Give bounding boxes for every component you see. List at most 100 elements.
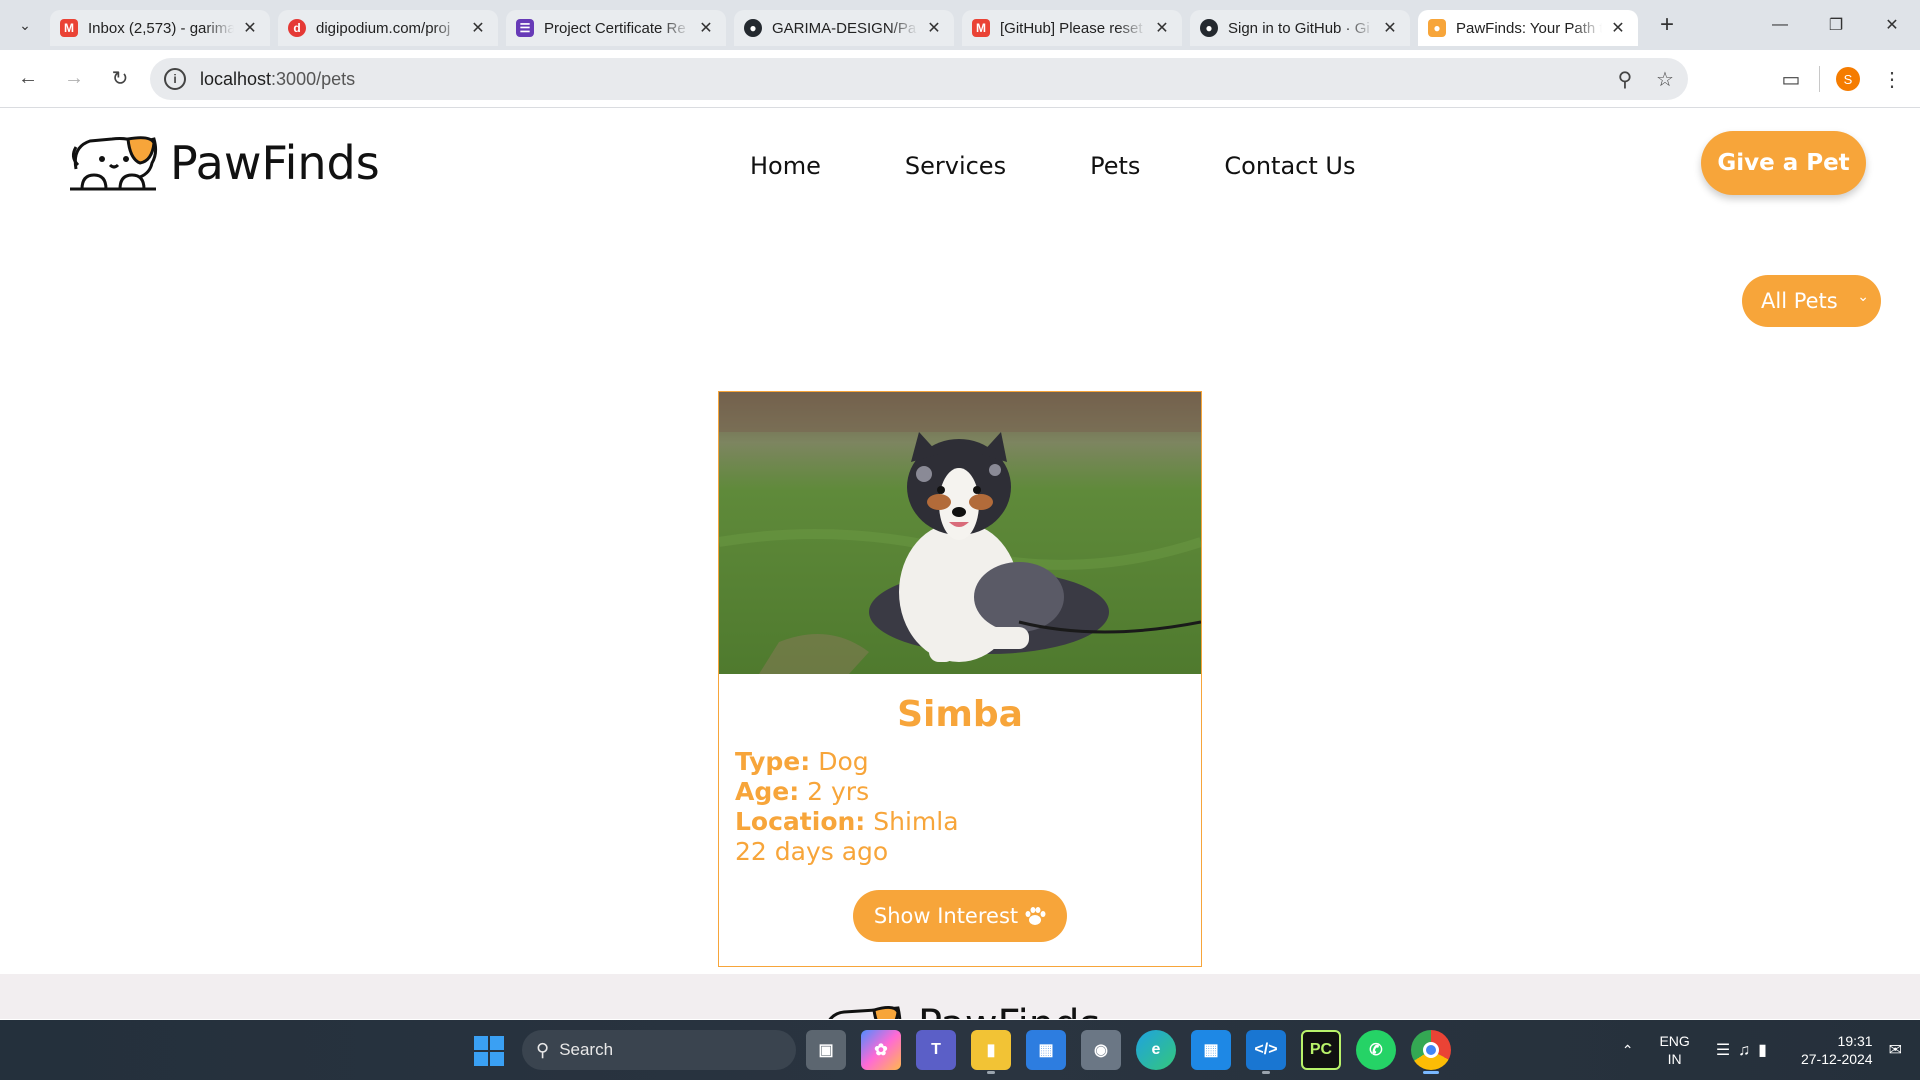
github-icon: ● (744, 19, 762, 37)
pet-details: Type: Dog Age: 2 yrs Location: Shimla 22… (735, 747, 1201, 867)
task-view-icon[interactable]: ▣ (806, 1030, 846, 1070)
nav-pets[interactable]: Pets (1090, 152, 1140, 180)
dog-logo-icon (70, 136, 158, 191)
site-footer: PawFinds (0, 974, 1920, 1019)
toolbar-divider (1819, 66, 1820, 92)
site-logo[interactable]: PawFinds (68, 133, 380, 193)
pawfinds-icon: ● (1428, 19, 1446, 37)
main-nav: Home Services Pets Contact Us (750, 152, 1439, 180)
tab-title: [GitHub] Please reset (1000, 19, 1143, 37)
bookmark-star-icon[interactable]: ☆ (1652, 66, 1678, 92)
notification-bell-icon[interactable]: ✉ (1889, 1040, 1902, 1060)
brand-name: PawFinds (170, 136, 380, 190)
close-tab-icon[interactable]: ✕ (1608, 18, 1628, 38)
chrome-icon[interactable] (1411, 1030, 1451, 1074)
taskbar-search[interactable]: ⚲ Search (522, 1030, 796, 1070)
minimize-icon[interactable]: — (1752, 0, 1808, 50)
nav-home[interactable]: Home (750, 152, 821, 180)
tab-inbox[interactable]: M Inbox (2,573) - garima ✕ (50, 10, 270, 46)
pet-location-row: Location: Shimla (735, 807, 1201, 837)
profile-button[interactable]: S (1826, 57, 1870, 101)
reload-icon[interactable]: ↻ (98, 57, 142, 101)
show-interest-label: Show Interest (873, 904, 1019, 928)
app-icon[interactable]: ▦ (1191, 1030, 1231, 1070)
close-tab-icon[interactable]: ✕ (468, 18, 488, 38)
camera-icon[interactable]: ◉ (1081, 1030, 1121, 1070)
forward-arrow-icon[interactable]: → (52, 57, 96, 101)
tab-title: digipodium.com/proj (316, 19, 451, 37)
vscode-icon[interactable]: </> (1246, 1030, 1286, 1074)
clock[interactable]: 19:31 27-12-2024 (1801, 1032, 1873, 1068)
pycharm-icon[interactable]: PC (1301, 1030, 1341, 1070)
edge-icon[interactable]: e (1136, 1030, 1176, 1070)
search-icon: ⚲ (536, 1039, 550, 1060)
tab-pawfinds[interactable]: ● PawFinds: Your Path t ✕ (1418, 10, 1638, 46)
tab-github-reset[interactable]: M [GitHub] Please reset ✕ (962, 10, 1182, 46)
close-window-icon[interactable]: ✕ (1864, 0, 1920, 50)
pet-filter-select[interactable]: All Pets ⌄ (1742, 275, 1881, 327)
pet-location-value: Shimla (873, 807, 959, 836)
store-icon[interactable]: ▦ (1026, 1030, 1066, 1070)
tabs-container: M Inbox (2,573) - garima ✕ d digipodium.… (50, 0, 1684, 50)
tab-digipodium[interactable]: d digipodium.com/proj ✕ (278, 10, 498, 46)
new-tab-plus-icon[interactable]: + (1650, 8, 1684, 42)
whatsapp-icon[interactable]: ✆ (1356, 1030, 1396, 1070)
close-tab-icon[interactable]: ✕ (924, 18, 944, 38)
nav-services[interactable]: Services (905, 152, 1006, 180)
pet-photo (719, 392, 1201, 674)
gmail-icon: M (60, 19, 78, 37)
network-volume-battery-icons[interactable]: ☰♫▮ (1716, 1040, 1775, 1060)
close-tab-icon[interactable]: ✕ (1380, 18, 1400, 38)
windows-start-icon[interactable] (474, 1036, 504, 1066)
menu-kebab-icon[interactable]: ⋮ (1870, 57, 1914, 101)
digipodium-icon: d (288, 19, 306, 37)
browser-tab-strip: ⌄ M Inbox (2,573) - garima ✕ d digipodiu… (0, 0, 1920, 50)
close-tab-icon[interactable]: ✕ (1152, 18, 1172, 38)
page-viewport: PawFinds Home Services Pets Contact Us G… (0, 109, 1920, 1019)
address-bar[interactable]: i localhost:3000/pets ⚲ ☆ (150, 58, 1688, 100)
footer-brand: PawFinds (918, 1002, 1100, 1019)
restore-icon[interactable]: ❐ (1808, 0, 1864, 50)
site-header: PawFinds Home Services Pets Contact Us G… (0, 109, 1920, 219)
pet-type-value: Dog (818, 747, 869, 776)
pinned-apps: ▣ ✿ T ▮ ▦ ◉ e ▦ </> PC ✆ (806, 1030, 1451, 1074)
copilot-icon[interactable]: ✿ (861, 1030, 901, 1070)
close-tab-icon[interactable]: ✕ (696, 18, 716, 38)
region-code: IN (1667, 1051, 1682, 1067)
pet-type-label: Type: (735, 747, 811, 776)
tab-title: Inbox (2,573) - garima (88, 19, 234, 37)
back-arrow-icon[interactable]: ← (6, 57, 50, 101)
show-interest-button[interactable]: Show Interest (853, 890, 1067, 942)
filter-selected-value: All Pets (1761, 289, 1838, 313)
language-indicator[interactable]: ENG IN (1659, 1032, 1689, 1068)
teams-icon[interactable]: T (916, 1030, 956, 1070)
nav-contact[interactable]: Contact Us (1224, 152, 1355, 180)
tab-search-chevron-icon[interactable]: ⌄ (0, 0, 50, 50)
file-explorer-icon[interactable]: ▮ (971, 1030, 1011, 1074)
pet-age-row: Age: 2 yrs (735, 777, 1201, 807)
pet-name: Simba (897, 694, 1023, 735)
give-a-pet-button[interactable]: Give a Pet (1701, 131, 1866, 195)
system-tray: ⌃ ENG IN ☰♫▮ 19:31 27-12-2024 ✉ (1622, 1020, 1902, 1080)
os-taskbar: ⚲ Search ▣ ✿ T ▮ ▦ ◉ e ▦ </> PC ✆ ⌃ ENG … (0, 1020, 1920, 1080)
extensions-icon[interactable]: ▭ (1769, 57, 1813, 101)
show-hidden-icons-chevron-icon[interactable]: ⌃ (1622, 1042, 1634, 1059)
tab-github-repo[interactable]: ● GARIMA-DESIGN/Pa ✕ (734, 10, 954, 46)
site-info-icon[interactable]: i (164, 68, 186, 90)
language-code: ENG (1659, 1033, 1690, 1049)
pet-card: Simba Type: Dog Age: 2 yrs Location: Shi… (718, 391, 1202, 967)
gmail-icon: M (972, 19, 990, 37)
window-controls: — ❐ ✕ (1752, 0, 1920, 50)
dog-logo-icon (828, 1005, 902, 1019)
clock-time: 19:31 (1837, 1033, 1873, 1049)
pet-age-value: 2 yrs (807, 777, 870, 806)
chevron-down-icon: ⌄ (1857, 289, 1869, 305)
url-text[interactable]: localhost:3000/pets (200, 69, 355, 90)
tab-github-signin[interactable]: ● Sign in to GitHub · Gi ✕ (1190, 10, 1410, 46)
github-icon: ● (1200, 19, 1218, 37)
tab-title: Sign in to GitHub · Gi (1228, 19, 1370, 37)
url-host: localhost (200, 68, 272, 89)
close-tab-icon[interactable]: ✕ (240, 18, 260, 38)
tab-project-certificate[interactable]: ☰ Project Certificate Re ✕ (506, 10, 726, 46)
zoom-icon[interactable]: ⚲ (1612, 66, 1638, 92)
